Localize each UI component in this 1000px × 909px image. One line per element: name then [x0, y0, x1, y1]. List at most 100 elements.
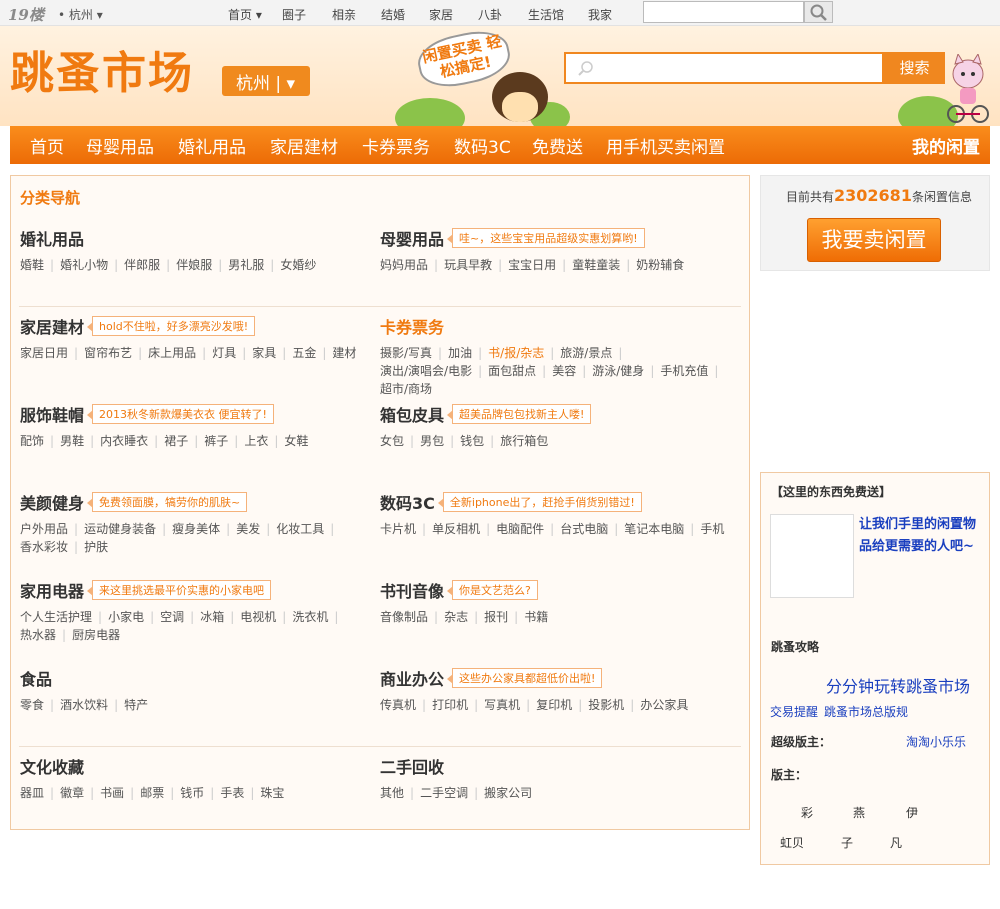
subcategory-link[interactable]: 旅游/景点 — [560, 346, 612, 360]
subcategory-link[interactable]: 报刊 — [484, 610, 508, 624]
subcategory-link[interactable]: 灯具 — [212, 346, 236, 360]
topnav-gossip[interactable]: 八卦 — [478, 6, 502, 23]
subcategory-link[interactable]: 裙子 — [164, 434, 188, 448]
subcategory-link[interactable]: 冰箱 — [200, 610, 224, 624]
subcategory-link[interactable]: 建材 — [332, 346, 356, 360]
moderator-name[interactable]: 燕 — [853, 804, 865, 821]
nav-mobile[interactable]: 用手机买卖闲置 — [606, 133, 725, 158]
moderator-name[interactable]: 子 — [841, 834, 853, 851]
category-name[interactable]: 箱包皮具 — [380, 402, 444, 426]
nav-wedding[interactable]: 婚礼用品 — [178, 133, 246, 158]
subcategory-link[interactable]: 钱包 — [460, 434, 484, 448]
subcategory-link[interactable]: 器皿 — [20, 786, 44, 800]
subcategory-link[interactable]: 手机 — [700, 522, 724, 536]
nav-free[interactable]: 免费送 — [532, 133, 583, 158]
category-name[interactable]: 婚礼用品 — [20, 226, 84, 250]
category-name[interactable]: 数码3C — [380, 490, 435, 514]
subcategory-link[interactable]: 打印机 — [432, 698, 468, 712]
subcategory-link[interactable]: 空调 — [160, 610, 184, 624]
subcategory-link[interactable]: 书籍 — [524, 610, 548, 624]
category-name[interactable]: 家居建材 — [20, 314, 84, 338]
subcategory-link[interactable]: 小家电 — [108, 610, 144, 624]
category-name[interactable]: 卡券票务 — [380, 314, 444, 338]
nav-tickets[interactable]: 卡券票务 — [362, 133, 430, 158]
subcategory-link[interactable]: 杂志 — [444, 610, 468, 624]
nav-home-decor[interactable]: 家居建材 — [270, 133, 338, 158]
subcategory-link[interactable]: 童鞋童装 — [572, 258, 620, 272]
category-name[interactable]: 二手回收 — [380, 754, 444, 778]
subcategory-link[interactable]: 零食 — [20, 698, 44, 712]
subcategory-link[interactable]: 卡片机 — [380, 522, 416, 536]
subcategory-link[interactable]: 演出/演唱会/电影 — [380, 364, 472, 378]
subcategory-link[interactable]: 个人生活护理 — [20, 610, 92, 624]
subcategory-link[interactable]: 瘦身美体 — [172, 522, 220, 536]
subcategory-link[interactable]: 家居日用 — [20, 346, 68, 360]
sell-button[interactable]: 我要卖闲置 — [807, 218, 941, 262]
category-name[interactable]: 食品 — [20, 666, 52, 690]
subcategory-link[interactable]: 窗帘布艺 — [84, 346, 132, 360]
subcategory-link[interactable]: 书/报/杂志 — [488, 346, 544, 360]
subcategory-link[interactable]: 台式电脑 — [560, 522, 608, 536]
subcategory-link[interactable]: 笔记本电脑 — [624, 522, 684, 536]
category-name[interactable]: 书刊音像 — [380, 578, 444, 602]
free-item-image[interactable] — [770, 514, 854, 598]
subcategory-link[interactable]: 办公家具 — [640, 698, 688, 712]
category-name[interactable]: 商业办公 — [380, 666, 444, 690]
subcategory-link[interactable]: 旅行箱包 — [500, 434, 548, 448]
city-switch[interactable]: • 杭州 ▾ — [58, 6, 103, 23]
topnav-dating[interactable]: 相亲 — [332, 6, 356, 23]
subcategory-link[interactable]: 裤子 — [204, 434, 228, 448]
subcategory-link[interactable]: 书画 — [100, 786, 124, 800]
category-name[interactable]: 母婴用品 — [380, 226, 444, 250]
category-name[interactable]: 家用电器 — [20, 578, 84, 602]
subcategory-link[interactable]: 床上用品 — [148, 346, 196, 360]
main-search-input[interactable] — [564, 52, 884, 84]
subcategory-link[interactable]: 婚鞋 — [20, 258, 44, 272]
subcategory-link[interactable]: 妈妈用品 — [380, 258, 428, 272]
subcategory-link[interactable]: 护肤 — [84, 540, 108, 554]
trade-reminder-link[interactable]: 交易提醒 — [770, 703, 818, 720]
subcategory-link[interactable]: 男礼服 — [228, 258, 264, 272]
moderator-name[interactable]: 彩 — [801, 804, 813, 821]
category-name[interactable]: 美颜健身 — [20, 490, 84, 514]
super-moderator-name[interactable]: 淘淘小乐乐 — [906, 733, 966, 750]
topnav-circle[interactable]: 圈子 — [282, 6, 306, 23]
site-logo[interactable]: 19楼 — [8, 4, 44, 25]
subcategory-link[interactable]: 厨房电器 — [72, 628, 120, 642]
moderator-name[interactable]: 凡 — [890, 834, 902, 851]
subcategory-link[interactable]: 上衣 — [244, 434, 268, 448]
top-search-input[interactable] — [643, 1, 804, 23]
subcategory-link[interactable]: 酒水饮料 — [60, 698, 108, 712]
subcategory-link[interactable]: 搬家公司 — [484, 786, 532, 800]
subcategory-link[interactable]: 伴娘服 — [176, 258, 212, 272]
subcategory-link[interactable]: 化妆工具 — [276, 522, 324, 536]
subcategory-link[interactable]: 二手空调 — [420, 786, 468, 800]
subcategory-link[interactable]: 五金 — [292, 346, 316, 360]
subcategory-link[interactable]: 洗衣机 — [292, 610, 328, 624]
nav-home[interactable]: 首页 — [30, 133, 64, 158]
subcategory-link[interactable]: 户外用品 — [20, 522, 68, 536]
subcategory-link[interactable]: 香水彩妆 — [20, 540, 68, 554]
subcategory-link[interactable]: 配饰 — [20, 434, 44, 448]
subcategory-link[interactable]: 玩具早教 — [444, 258, 492, 272]
subcategory-link[interactable]: 邮票 — [140, 786, 164, 800]
moderator-name[interactable]: 伊 — [906, 804, 918, 821]
city-select-button[interactable]: 杭州 | ▾ — [222, 66, 310, 96]
subcategory-link[interactable]: 手表 — [220, 786, 244, 800]
subcategory-link[interactable]: 宝宝日用 — [508, 258, 556, 272]
top-search-button[interactable] — [804, 1, 833, 23]
subcategory-link[interactable]: 摄影/写真 — [380, 346, 432, 360]
topnav-home[interactable]: 首页 ▾ — [228, 6, 262, 23]
subcategory-link[interactable]: 美容 — [552, 364, 576, 378]
my-items-link[interactable]: 我的闲置 — [912, 133, 980, 158]
rules-link[interactable]: 跳蚤市场总版规 — [824, 703, 908, 720]
nav-digital[interactable]: 数码3C — [454, 133, 511, 158]
subcategory-link[interactable]: 游泳/健身 — [592, 364, 644, 378]
topnav-lifestyle[interactable]: 生活馆 — [528, 6, 564, 23]
subcategory-link[interactable]: 奶粉辅食 — [636, 258, 684, 272]
subcategory-link[interactable]: 钱币 — [180, 786, 204, 800]
topnav-home-decor[interactable]: 家居 — [429, 6, 453, 23]
subcategory-link[interactable]: 珠宝 — [260, 786, 284, 800]
nav-baby[interactable]: 母婴用品 — [86, 133, 154, 158]
category-name[interactable]: 文化收藏 — [20, 754, 84, 778]
